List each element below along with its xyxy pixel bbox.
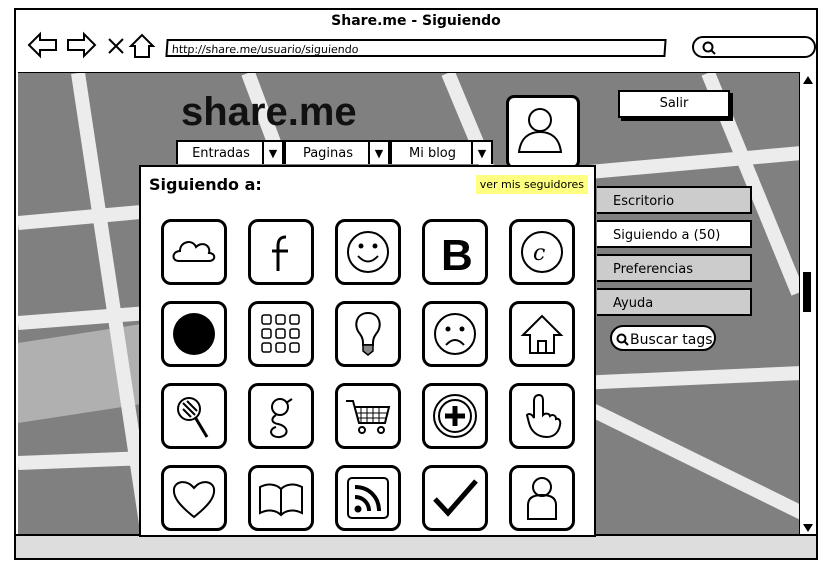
sad-face-icon[interactable]: [422, 301, 488, 367]
status-bar: [16, 534, 816, 558]
forward-arrow-icon[interactable]: [64, 28, 98, 62]
user-silhouette-icon: [517, 108, 563, 153]
facebook-icon[interactable]: [248, 219, 314, 285]
rss-icon[interactable]: [335, 465, 401, 531]
logout-button[interactable]: Salir: [618, 90, 730, 118]
search-icon: [702, 41, 716, 55]
add-icon[interactable]: [422, 383, 488, 449]
home-icon[interactable]: [509, 301, 575, 367]
menu-item-ayuda[interactable]: Ayuda: [597, 288, 752, 316]
panel-title: Siguiendo a:: [149, 175, 262, 194]
tab-label: Paginas: [302, 146, 354, 161]
chevron-down-icon[interactable]: ▼: [368, 142, 388, 164]
black-circle-icon[interactable]: [161, 301, 227, 367]
home-nav-icon[interactable]: [128, 28, 156, 62]
url-input[interactable]: http://share.me/usuario/siguiendo: [165, 39, 667, 57]
lollipop-icon[interactable]: [161, 383, 227, 449]
copyright-icon[interactable]: c: [509, 219, 575, 285]
tag-search-label: Buscar tags: [630, 332, 713, 348]
back-arrow-icon[interactable]: [26, 28, 60, 62]
scroll-down-icon[interactable]: [802, 522, 814, 534]
browser-window: Share.me - Siguiendo http://share.me/usu…: [14, 8, 818, 560]
chevron-down-icon[interactable]: ▼: [262, 142, 282, 164]
stop-x-icon[interactable]: [104, 28, 128, 62]
tab-label: Entradas: [192, 146, 250, 161]
heart-icon[interactable]: [161, 465, 227, 531]
menu-item-escritorio[interactable]: Escritorio: [597, 186, 752, 214]
smiley-icon[interactable]: [335, 219, 401, 285]
user-icon[interactable]: [509, 465, 575, 531]
hand-pointer-icon[interactable]: [509, 383, 575, 449]
scroll-up-icon[interactable]: [802, 74, 814, 86]
grid-apps-icon[interactable]: [248, 301, 314, 367]
google-icon[interactable]: [248, 383, 314, 449]
tab-label: Mi blog: [408, 146, 457, 161]
vertical-scrollbar[interactable]: [799, 72, 816, 536]
tab-entradas[interactable]: Entradas ▼: [176, 140, 284, 164]
svg-text:c: c: [533, 241, 545, 266]
svg-text:B: B: [441, 231, 473, 277]
book-icon[interactable]: [248, 465, 314, 531]
check-icon[interactable]: [422, 465, 488, 531]
chevron-down-icon[interactable]: ▼: [471, 142, 491, 164]
cloud-icon[interactable]: [161, 219, 227, 285]
menu-item-siguiendo[interactable]: Siguiendo a (50): [597, 220, 752, 248]
lightbulb-icon[interactable]: [335, 301, 401, 367]
browser-search-input[interactable]: [692, 36, 816, 58]
side-menu: Escritorio Siguiendo a (50) Preferencias…: [597, 186, 752, 322]
search-icon: [616, 333, 629, 346]
blogger-icon[interactable]: B: [422, 219, 488, 285]
scroll-thumb[interactable]: [803, 272, 811, 312]
tag-search-input[interactable]: Buscar tags: [610, 325, 716, 351]
tab-mi-blog[interactable]: Mi blog ▼: [390, 140, 493, 164]
followers-link[interactable]: ver mis seguidores: [475, 175, 588, 194]
cart-icon[interactable]: [335, 383, 401, 449]
following-panel: Siguiendo a: ver mis seguidores B c: [139, 165, 596, 537]
site-logo[interactable]: share.me: [181, 90, 357, 135]
menu-item-preferencias[interactable]: Preferencias: [597, 254, 752, 282]
user-avatar[interactable]: [506, 95, 580, 169]
tab-paginas[interactable]: Paginas ▼: [284, 140, 390, 164]
